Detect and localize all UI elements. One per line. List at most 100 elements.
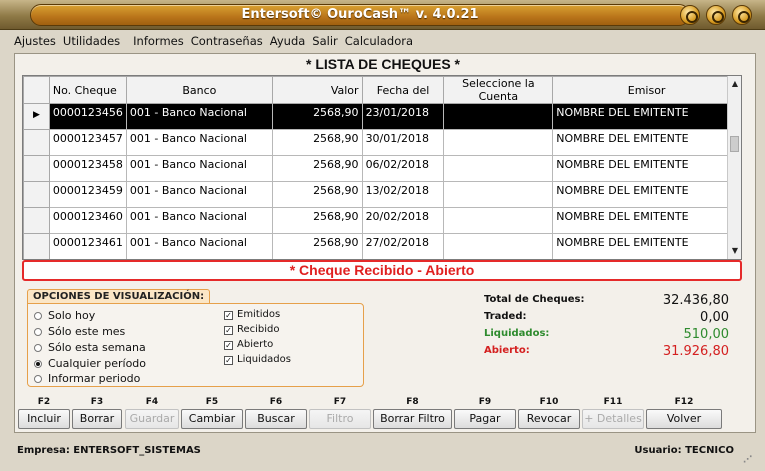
checkbox-abierto[interactable]: ✓ Abierto bbox=[224, 339, 273, 350]
cell-cuenta[interactable] bbox=[443, 233, 554, 259]
close-button[interactable] bbox=[732, 5, 752, 25]
menu-utilidades[interactable]: Utilidades bbox=[63, 34, 120, 52]
cell-banco[interactable]: 001 - Banco Nacional bbox=[125, 207, 273, 234]
col-header-banco[interactable]: Banco bbox=[125, 76, 273, 104]
radio-esta-semana[interactable]: Sólo esta semana bbox=[34, 341, 146, 354]
menu-calculadora[interactable]: Calculadora bbox=[345, 34, 413, 52]
cell-emisor[interactable]: NOMBRE DEL EMITENTE bbox=[552, 181, 741, 208]
minimize-button[interactable] bbox=[680, 5, 700, 25]
radio-cualquier-periodo[interactable]: Cualquier período bbox=[34, 357, 146, 370]
scroll-up-icon[interactable]: ▲ bbox=[729, 77, 741, 91]
fkey-label-f5: F5 bbox=[205, 397, 219, 407]
cell-no-cheque[interactable]: 0000123457 bbox=[48, 129, 127, 156]
checkmark-icon: ✓ bbox=[224, 341, 233, 350]
cell-cuenta[interactable] bbox=[443, 207, 554, 234]
cell-fecha[interactable]: 27/02/2018 bbox=[361, 233, 445, 259]
col-header-valor[interactable]: Valor bbox=[271, 76, 363, 104]
col-header-no-cheque[interactable]: No. Cheque bbox=[48, 76, 127, 104]
cell-valor[interactable]: 2568,90 bbox=[271, 155, 363, 182]
table-row[interactable]: ▶ 0000123456 001 - Banco Nacional 2568,90 23… bbox=[23, 103, 741, 130]
fkey-label-f9: F9 bbox=[478, 397, 492, 407]
borrar-button[interactable]: Borrar bbox=[72, 409, 122, 429]
menu-informes[interactable]: Informes bbox=[133, 34, 184, 52]
row-indicator[interactable] bbox=[23, 155, 50, 182]
buscar-button[interactable]: Buscar bbox=[245, 409, 307, 429]
row-indicator[interactable] bbox=[23, 233, 50, 259]
cell-valor[interactable]: 2568,90 bbox=[271, 181, 363, 208]
cell-cuenta[interactable] bbox=[443, 181, 554, 208]
usuario-label: Usuario: TECNICO bbox=[634, 445, 734, 456]
cell-fecha[interactable]: 20/02/2018 bbox=[361, 207, 445, 234]
row-indicator[interactable] bbox=[23, 129, 50, 156]
table-row[interactable]: 0000123457 001 - Banco Nacional 2568,90 30/… bbox=[23, 129, 741, 156]
list-title: * LISTA DE CHEQUES * bbox=[305, 56, 461, 72]
row-indicator-header bbox=[23, 76, 50, 104]
filtro-button[interactable]: Filtro bbox=[309, 409, 371, 429]
cell-banco[interactable]: 001 - Banco Nacional bbox=[125, 129, 273, 156]
col-header-emisor[interactable]: Emisor bbox=[552, 76, 741, 104]
cell-fecha[interactable]: 30/01/2018 bbox=[361, 129, 445, 156]
radio-este-mes[interactable]: Sólo este mes bbox=[34, 325, 125, 338]
cell-no-cheque[interactable]: 0000123458 bbox=[48, 155, 127, 182]
grid-vertical-scrollbar[interactable]: ▲ ▼ bbox=[727, 76, 741, 259]
resize-grip-icon[interactable]: ⋰ bbox=[743, 449, 753, 465]
cell-cuenta[interactable] bbox=[443, 129, 554, 156]
cell-no-cheque[interactable]: 0000123460 bbox=[48, 207, 127, 234]
row-selector-arrow-icon[interactable]: ▶ bbox=[23, 103, 50, 130]
table-row[interactable]: 0000123460 001 - Banco Nacional 2568,90 20/… bbox=[23, 207, 741, 234]
checkbox-recibido[interactable]: ✓ Recibido bbox=[224, 324, 280, 335]
fkey-label-f2: F2 bbox=[37, 397, 51, 407]
row-indicator[interactable] bbox=[23, 181, 50, 208]
detalles-button[interactable]: + Detalles bbox=[582, 409, 644, 429]
cell-fecha[interactable]: 23/01/2018 bbox=[361, 103, 445, 130]
cell-banco[interactable]: 001 - Banco Nacional bbox=[125, 103, 273, 130]
title-bar: Entersoft© OuroCash™ v. 4.0.21 bbox=[0, 0, 765, 30]
cell-fecha[interactable]: 06/02/2018 bbox=[361, 155, 445, 182]
menu-ajustes[interactable]: Ajustes bbox=[14, 34, 56, 52]
revocar-button[interactable]: Revocar bbox=[518, 409, 580, 429]
radio-informar-periodo[interactable]: Informar periodo bbox=[34, 372, 140, 385]
maximize-button[interactable] bbox=[706, 5, 726, 25]
checkmark-icon: ✓ bbox=[224, 311, 233, 320]
guardar-button[interactable]: Guardar bbox=[125, 409, 179, 429]
menu-salir[interactable]: Salir bbox=[312, 34, 337, 52]
row-indicator[interactable] bbox=[23, 207, 50, 234]
table-row[interactable]: 0000123459 001 - Banco Nacional 2568,90 13/… bbox=[23, 181, 741, 208]
cell-fecha[interactable]: 13/02/2018 bbox=[361, 181, 445, 208]
cell-emisor[interactable]: NOMBRE DEL EMITENTE bbox=[552, 155, 741, 182]
cell-emisor[interactable]: NOMBRE DEL EMITENTE bbox=[552, 207, 741, 234]
checkbox-liquidados[interactable]: ✓ Liquidados bbox=[224, 354, 291, 365]
scroll-down-icon[interactable]: ▼ bbox=[729, 244, 741, 258]
table-row[interactable]: 0000123458 001 - Banco Nacional 2568,90 06/… bbox=[23, 155, 741, 182]
scroll-thumb[interactable] bbox=[730, 136, 739, 152]
radio-solo-hoy[interactable]: Solo hoy bbox=[34, 309, 95, 322]
col-header-cuenta[interactable]: Seleccione la Cuenta bbox=[443, 76, 554, 104]
cell-valor[interactable]: 2568,90 bbox=[271, 103, 363, 130]
incluir-button[interactable]: Incluir bbox=[18, 409, 70, 429]
menu-ayuda[interactable]: Ayuda bbox=[270, 34, 306, 52]
cell-emisor[interactable]: NOMBRE DEL EMITENTE bbox=[552, 233, 741, 259]
cell-cuenta[interactable] bbox=[443, 103, 554, 130]
checkbox-emitidos[interactable]: ✓ Emitidos bbox=[224, 309, 280, 320]
cell-banco[interactable]: 001 - Banco Nacional bbox=[125, 181, 273, 208]
cell-emisor[interactable]: NOMBRE DEL EMITENTE bbox=[552, 103, 741, 130]
cell-valor[interactable]: 2568,90 bbox=[271, 129, 363, 156]
cell-banco[interactable]: 001 - Banco Nacional bbox=[125, 155, 273, 182]
borrar-filtro-button[interactable]: Borrar Filtro bbox=[373, 409, 452, 429]
cell-no-cheque[interactable]: 0000123456 bbox=[48, 103, 127, 130]
cell-no-cheque[interactable]: 0000123461 bbox=[48, 233, 127, 259]
cell-no-cheque[interactable]: 0000123459 bbox=[48, 181, 127, 208]
table-row[interactable]: 0000123461 001 - Banco Nacional 2568,90 27/… bbox=[23, 233, 741, 259]
cell-valor[interactable]: 2568,90 bbox=[271, 233, 363, 259]
volver-button[interactable]: Volver bbox=[646, 409, 722, 429]
cell-cuenta[interactable] bbox=[443, 155, 554, 182]
cell-banco[interactable]: 001 - Banco Nacional bbox=[125, 233, 273, 259]
pagar-button[interactable]: Pagar bbox=[454, 409, 516, 429]
function-key-labels: F2 F3 F4 F5 F6 F7 F8 F9 F10 F11 F12 bbox=[20, 397, 742, 409]
menu-contrasenas[interactable]: Contraseñas bbox=[191, 34, 263, 52]
cell-emisor[interactable]: NOMBRE DEL EMITENTE bbox=[552, 129, 741, 156]
cheques-grid[interactable]: No. Cheque Banco Valor Fecha del Selecci… bbox=[22, 75, 742, 260]
cambiar-button[interactable]: Cambiar bbox=[181, 409, 243, 429]
col-header-fecha[interactable]: Fecha del bbox=[361, 76, 445, 104]
cell-valor[interactable]: 2568,90 bbox=[271, 207, 363, 234]
